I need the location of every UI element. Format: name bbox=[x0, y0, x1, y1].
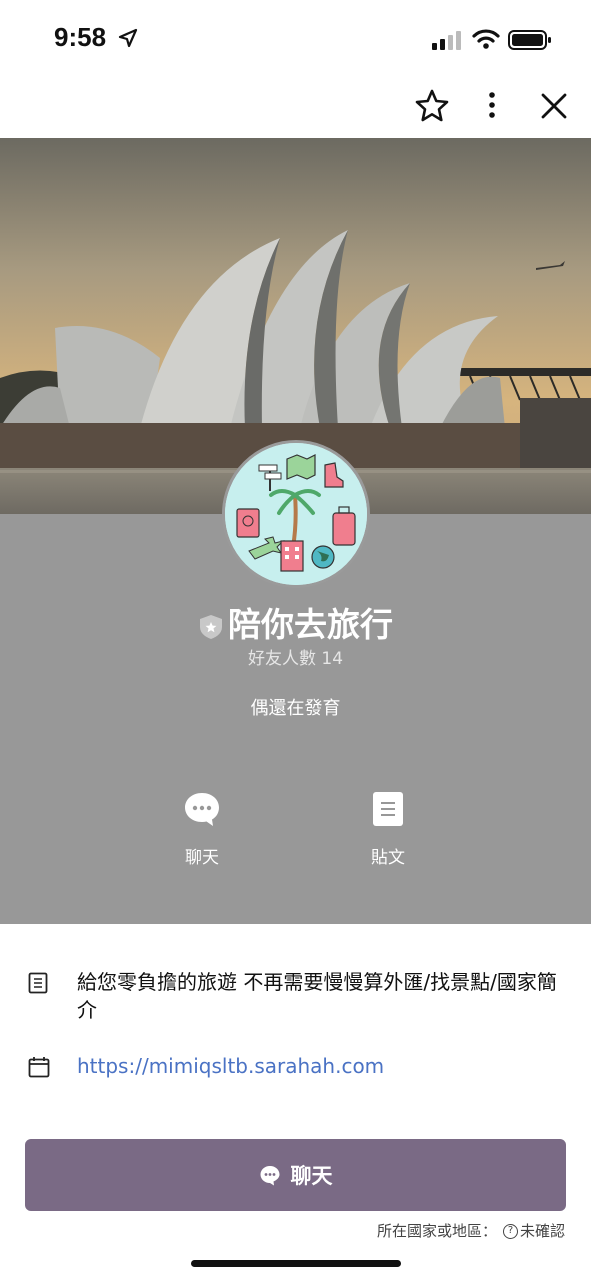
post-document-icon bbox=[373, 792, 403, 826]
chat-button[interactable]: 聊天 bbox=[25, 1139, 566, 1211]
status-bar: 9:58 bbox=[0, 0, 591, 80]
location-arrow-icon bbox=[118, 28, 138, 48]
profile-description: 給您零負擔的旅遊 不再需要慢慢算外匯/找景點/國家簡介 bbox=[77, 970, 557, 1022]
status-time: 9:58 bbox=[54, 22, 107, 52]
more-vertical-icon[interactable] bbox=[480, 90, 504, 122]
profile-avatar[interactable] bbox=[222, 440, 370, 588]
home-indicator[interactable] bbox=[191, 1260, 401, 1267]
cellular-signal-icon bbox=[432, 31, 461, 50]
official-account-badge-icon bbox=[200, 614, 222, 639]
region-label: 所在國家或地區： bbox=[376, 1222, 497, 1240]
status-message: 偶還在發育 bbox=[250, 698, 341, 719]
profile-name: 陪你去旅行 bbox=[0, 598, 591, 646]
profile-name-text: 陪你去旅行 bbox=[228, 605, 393, 644]
region-info: 所在國家或地區：? 未確認 bbox=[377, 1220, 565, 1241]
chat-action-label: 聊天 bbox=[185, 848, 219, 868]
description-icon bbox=[28, 972, 48, 994]
chat-action-button[interactable]: 聊天 bbox=[152, 790, 252, 868]
posts-action-label: 貼文 bbox=[371, 848, 405, 868]
battery-icon bbox=[508, 30, 551, 50]
posts-action-button[interactable]: 貼文 bbox=[338, 790, 438, 868]
help-question-icon[interactable]: ? bbox=[502, 1224, 518, 1239]
profile-top-bar bbox=[0, 80, 591, 138]
calendar-icon bbox=[28, 1057, 50, 1078]
star-outline-icon[interactable] bbox=[414, 88, 450, 124]
chat-bubble-icon bbox=[260, 1166, 279, 1186]
friends-count: 好友人數 14 bbox=[247, 649, 344, 669]
region-value: 未確認 bbox=[519, 1222, 565, 1240]
chat-button-label: 聊天 bbox=[290, 1164, 333, 1188]
close-icon[interactable] bbox=[540, 92, 568, 120]
profile-link[interactable]: https://mimiqsltb.sarahah.com bbox=[77, 1054, 384, 1078]
wifi-icon bbox=[472, 29, 500, 49]
chat-bubble-icon bbox=[185, 793, 219, 826]
